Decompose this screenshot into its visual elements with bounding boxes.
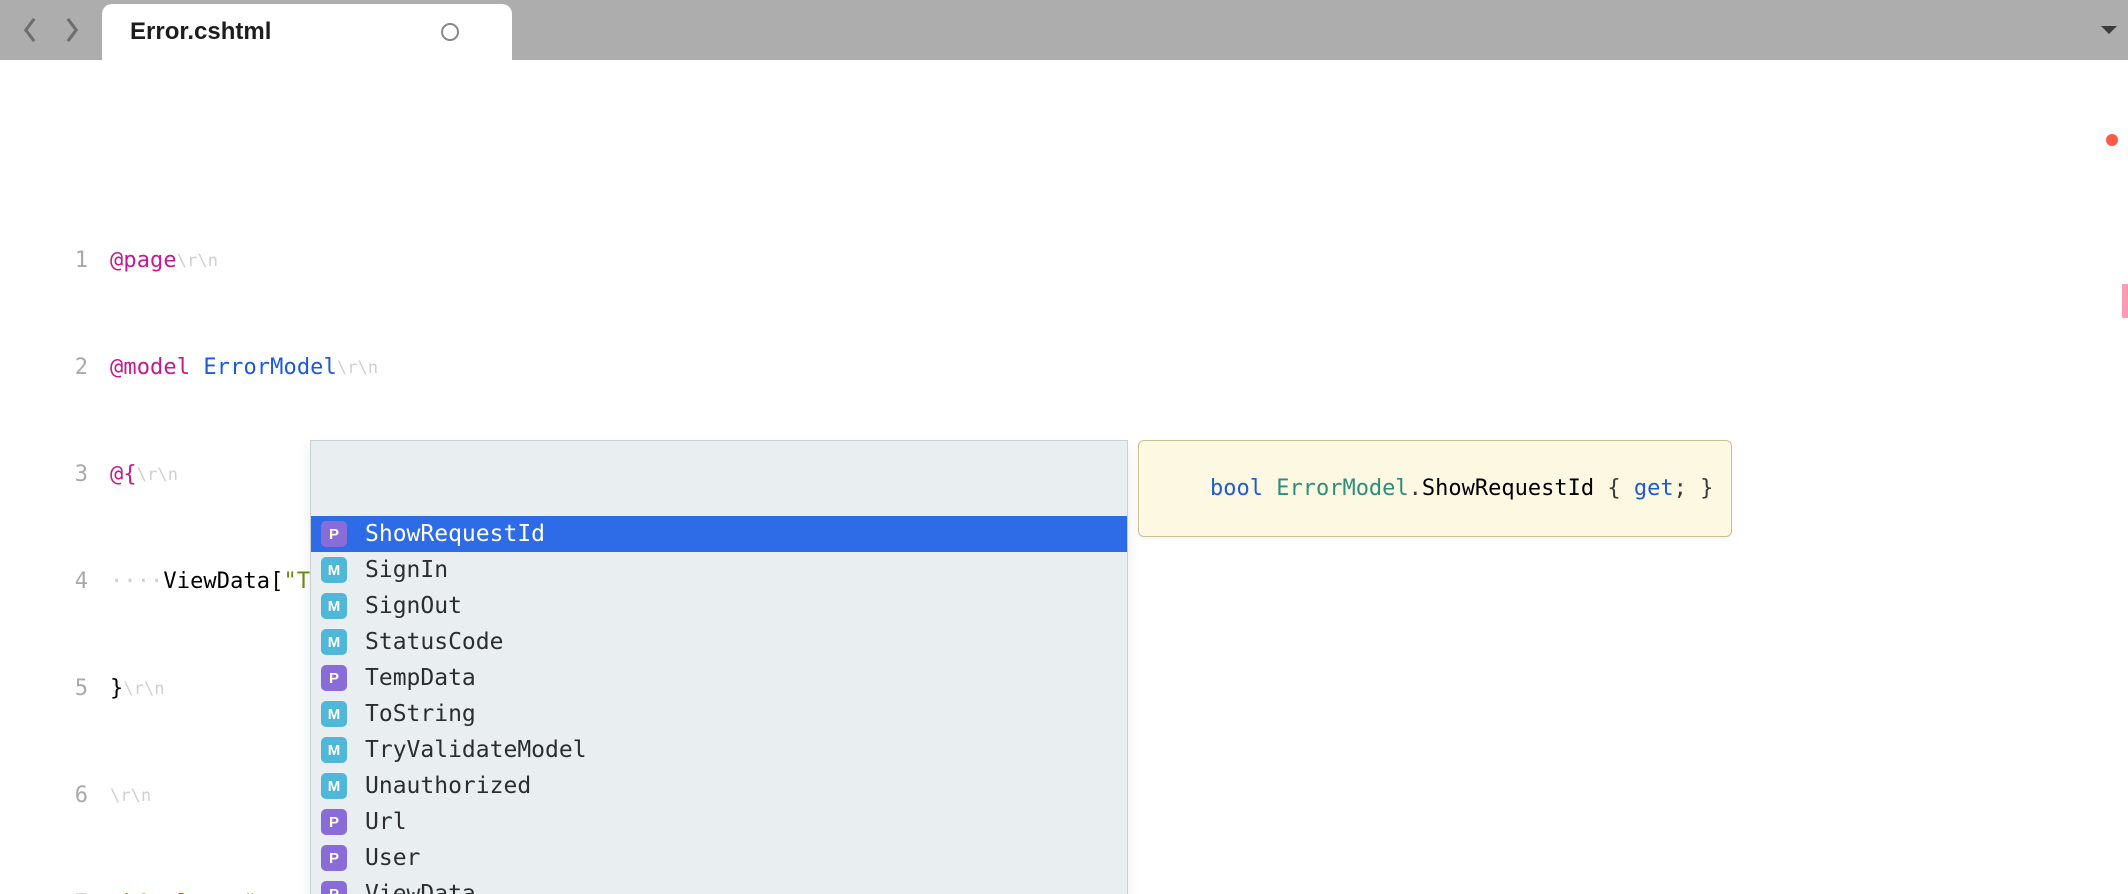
completion-item[interactable]: M TryValidateModel bbox=[311, 732, 1127, 768]
completion-item[interactable]: M SignOut bbox=[311, 588, 1127, 624]
property-icon: P bbox=[321, 521, 347, 547]
tab-close-icon[interactable] bbox=[441, 23, 459, 41]
tab-title: Error.cshtml bbox=[130, 18, 271, 46]
completion-item-label: TempData bbox=[365, 665, 476, 691]
property-icon: P bbox=[321, 881, 347, 894]
method-icon: M bbox=[321, 737, 347, 763]
method-icon: M bbox=[321, 773, 347, 799]
completion-item-label: StatusCode bbox=[365, 629, 503, 655]
quick-info-tooltip: bool ErrorModel.ShowRequestId { get; } bbox=[1138, 440, 1732, 537]
completion-item[interactable]: P User bbox=[311, 840, 1127, 876]
error-indicator-dot[interactable] bbox=[2106, 134, 2118, 146]
completion-popup[interactable]: P ShowRequestId M SignIn M SignOut M StatusCode… bbox=[310, 440, 1128, 894]
gutter: 1 bbox=[0, 245, 110, 277]
completion-item-label: SignIn bbox=[365, 557, 448, 583]
completion-item-label: ToString bbox=[365, 701, 476, 727]
method-icon: M bbox=[321, 701, 347, 727]
completion-item-label: TryValidateModel bbox=[365, 737, 587, 763]
tab-strip: Error.cshtml bbox=[0, 0, 2128, 60]
nav-arrow-group bbox=[0, 0, 102, 60]
property-icon: P bbox=[321, 845, 347, 871]
completion-item[interactable]: P TempData bbox=[311, 660, 1127, 696]
tab-overflow-button[interactable] bbox=[2100, 0, 2118, 60]
completion-item[interactable]: M Unauthorized bbox=[311, 768, 1127, 804]
method-icon: M bbox=[321, 557, 347, 583]
completion-item[interactable]: M StatusCode bbox=[311, 624, 1127, 660]
completion-item-label: ShowRequestId bbox=[365, 521, 545, 547]
method-icon: M bbox=[321, 593, 347, 619]
completion-item-label: User bbox=[365, 845, 420, 871]
completion-item-label: SignOut bbox=[365, 593, 462, 619]
completion-item[interactable]: M ToString bbox=[311, 696, 1127, 732]
property-icon: P bbox=[321, 809, 347, 835]
completion-item-label: Unauthorized bbox=[365, 773, 531, 799]
completion-item[interactable]: P Url bbox=[311, 804, 1127, 840]
completion-item[interactable]: M SignIn bbox=[311, 552, 1127, 588]
method-icon: M bbox=[321, 629, 347, 655]
property-icon: P bbox=[321, 665, 347, 691]
completion-item[interactable]: P ViewData bbox=[311, 876, 1127, 894]
completion-item-label: Url bbox=[365, 809, 407, 835]
completion-item-label: ViewData bbox=[365, 881, 476, 894]
change-marker[interactable] bbox=[2122, 284, 2128, 318]
tab-error-cshtml[interactable]: Error.cshtml bbox=[102, 4, 512, 60]
nav-back-button[interactable] bbox=[18, 18, 42, 42]
nav-forward-button[interactable] bbox=[60, 18, 84, 42]
code-editor[interactable]: 1 @page\r\n 2 @model ErrorModel\r\n 3 @{… bbox=[0, 60, 2128, 894]
completion-item[interactable]: P ShowRequestId bbox=[311, 516, 1127, 552]
